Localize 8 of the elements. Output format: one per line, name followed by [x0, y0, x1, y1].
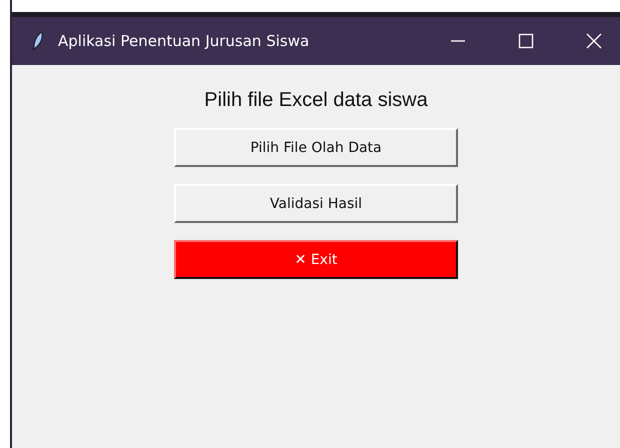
exit-button[interactable]: ✕ Exit	[174, 240, 458, 279]
action-button[interactable]: Pilih File Olah Data	[174, 128, 458, 167]
close-icon[interactable]	[586, 33, 602, 49]
action-button[interactable]: Validasi Hasil	[174, 184, 458, 223]
window-title: Aplikasi Penentuan Jurusan Siswa	[58, 32, 310, 50]
heading: Pilih file Excel data siswa	[204, 89, 428, 112]
feather-icon	[32, 31, 44, 51]
maximize-icon[interactable]	[518, 33, 534, 49]
